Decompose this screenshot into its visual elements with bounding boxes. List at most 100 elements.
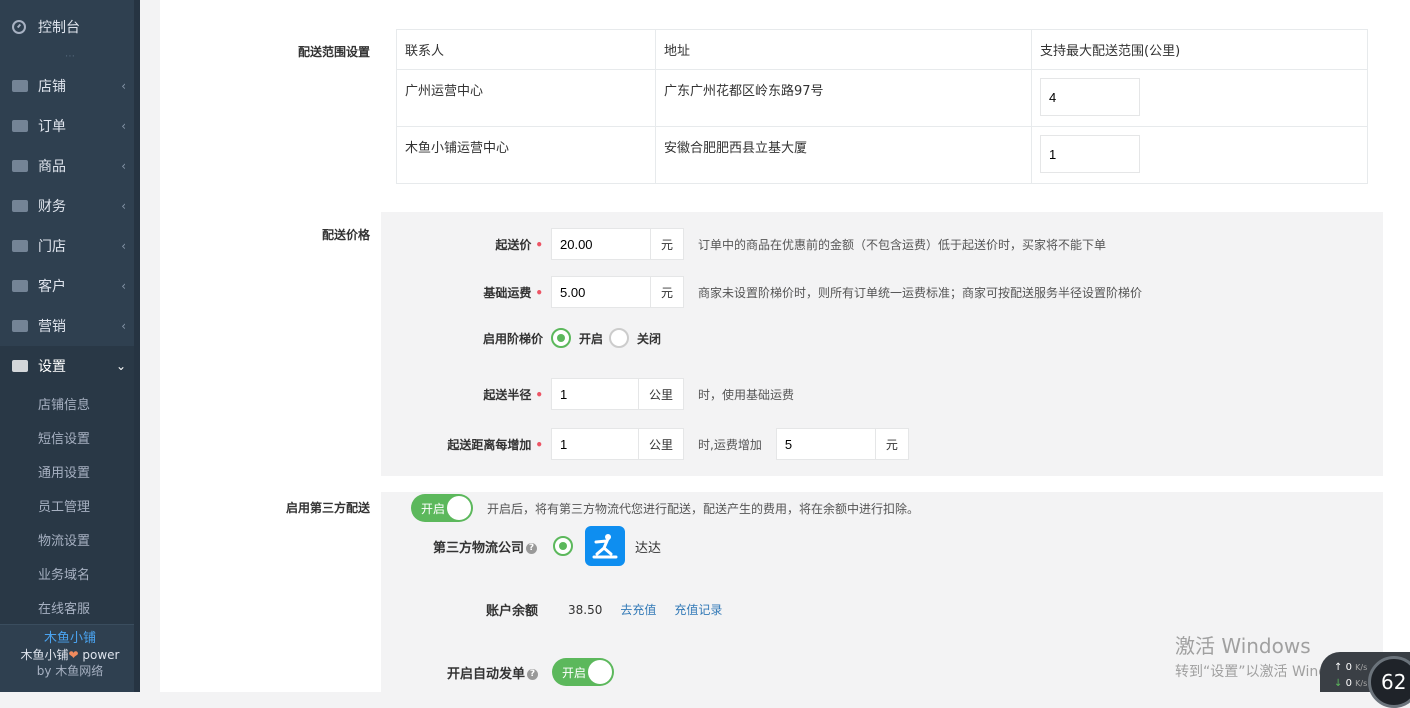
chevron-left-icon: ‹ [121, 239, 126, 253]
sidebar-footer: 木鱼小铺 木鱼小铺❤ power by 木鱼网络 [0, 624, 140, 692]
sidebar-item-5[interactable]: 客户 ‹ [0, 266, 140, 306]
recharge-link[interactable]: 去充值 [620, 601, 656, 618]
hint: 时，使用基础运费 [698, 387, 795, 402]
increase-input[interactable] [551, 428, 639, 460]
recharge-history-link[interactable]: 充值记录 [674, 601, 722, 618]
order-icon [12, 120, 28, 132]
address-cell: 安徽合肥肥西县立基大厦 [655, 126, 1032, 184]
table-row: 木鱼小铺运营中心 安徽合肥肥西县立基大厦 [396, 126, 1368, 184]
submenu-item[interactable]: 店铺信息 [0, 386, 140, 420]
hint: 开启后，将有第三方物流代您进行配送，配送产生的费用，将在余额中进行扣除。 [487, 501, 920, 516]
wrench-icon [12, 360, 28, 372]
field-label: 起送价 • [495, 237, 543, 252]
submenu-item[interactable]: 在线客服 [0, 590, 140, 624]
start-price-input[interactable] [551, 228, 651, 260]
sidebar-item-label: 订单 [38, 119, 66, 135]
down-arrow-icon: ↓ [1334, 678, 1343, 689]
sidebar-item-label: 财务 [38, 199, 66, 215]
chevron-left-icon: ‹ [121, 319, 126, 333]
tier-off-label: 关闭 [637, 331, 662, 346]
table-row: 广州运营中心 广东广州花都区岭东路97号 [396, 69, 1368, 127]
toggle-label: 开启 [421, 501, 446, 516]
contact-cell: 木鱼小铺运营中心 [396, 126, 656, 184]
gift-icon [12, 320, 28, 332]
submenu-item[interactable]: 物流设置 [0, 522, 140, 556]
company-name: 达达 [635, 540, 662, 556]
address-cell: 广东广州花都区岭东路97号 [655, 69, 1032, 127]
increase-fee-input[interactable] [775, 428, 876, 460]
sidebar-item-6[interactable]: 营销 ‹ [0, 306, 140, 346]
base-fee-input[interactable] [551, 276, 651, 308]
store-icon [12, 80, 28, 92]
submenu-item[interactable]: 员工管理 [0, 488, 140, 522]
sidebar-menu: 店铺 ‹ 订单 ‹ 商品 ‹ 财务 ‹ 门店 ‹ 客户 ‹ 营销 ‹ [0, 66, 140, 346]
sidebar-item-3[interactable]: 财务 ‹ [0, 186, 140, 226]
help-icon: ? [527, 668, 539, 680]
third-party-toggle[interactable]: 开启 [411, 494, 473, 522]
company-row: 第三方物流公司? 达达 [433, 526, 661, 566]
unit: 公里 [639, 378, 685, 410]
chevron-left-icon: ‹ [121, 119, 126, 133]
toggle-label: 开启 [562, 665, 587, 680]
tier-on-label: 开启 [579, 331, 604, 346]
price-section: 起送价• 元 订单中的商品在优惠前的金额（不包含运费）低于起送价时，买家将不能下… [381, 212, 1383, 476]
by-line: by 木鱼网络 [36, 664, 104, 678]
users-icon [12, 280, 28, 292]
power-brand: 木鱼小铺 [20, 648, 69, 662]
contact-cell: 广州运营中心 [396, 69, 656, 127]
sidebar-item-label: 商品 [38, 159, 66, 175]
unit: 元 [875, 428, 909, 460]
range-input[interactable] [1040, 135, 1140, 173]
auto-send-toggle[interactable]: 开启 [552, 658, 615, 686]
scale-icon [12, 160, 28, 172]
col-address: 地址 [655, 29, 1032, 70]
help-icon: ? [526, 542, 538, 554]
tier-off-radio[interactable] [609, 328, 630, 348]
field-label: 起送距离每增加 • [447, 437, 543, 452]
company-radio[interactable] [553, 536, 574, 556]
balance-value: 38.50 [568, 602, 603, 617]
settings-submenu: 店铺信息 短信设置 通用设置 员工管理 物流设置 业务域名 在线客服 [0, 386, 140, 624]
sidebar-item-4[interactable]: 门店 ‹ [0, 226, 140, 266]
download-speed: ↓ 0 K/s [1334, 678, 1368, 689]
radius-input[interactable] [551, 378, 639, 410]
company-label: 第三方物流公司? [433, 537, 538, 556]
chevron-left-icon: ‹ [121, 279, 126, 293]
tier-row: 启用阶梯价 开启 关闭 [381, 328, 661, 348]
third-label: 启用第三方配送 [285, 501, 370, 515]
power-line: 木鱼小铺❤ power [0, 647, 140, 663]
brand-name[interactable]: 木鱼小铺 [0, 631, 140, 647]
submenu-item[interactable]: 通用设置 [0, 454, 140, 488]
price-label: 配送价格 [321, 228, 370, 242]
sidebar-item-settings[interactable]: 设置 ⌄ [0, 346, 140, 386]
heart-icon: ❤ [68, 648, 79, 662]
submenu-item[interactable]: 短信设置 [0, 420, 140, 454]
increase-row: 起送距离每增加• 公里 时,运费增加 元 [381, 428, 909, 460]
network-speed-widget[interactable]: ↑ 0 K/s ↓ 0 K/s 62 [1320, 652, 1410, 708]
balance-label: 账户余额 [486, 604, 539, 619]
chevron-left-icon: ‹ [121, 199, 126, 213]
sitemap-icon [12, 240, 28, 252]
range-input[interactable] [1040, 78, 1140, 116]
chevron-left-icon: ‹ [121, 79, 126, 93]
tier-on-radio[interactable] [551, 328, 571, 348]
sidebar-item-label: 客户 [38, 279, 66, 295]
dada-logo [585, 526, 626, 566]
sidebar-item-0[interactable]: 店铺 ‹ [0, 66, 140, 106]
auto-send-row: 开启自动发单? 开启 [447, 658, 615, 686]
field-label: 启用阶梯价 [482, 331, 543, 346]
sidebar-item-dashboard[interactable]: 控制台 [0, 0, 140, 54]
cpu-usage: 62 [1368, 656, 1410, 708]
sidebar-item-label: 控制台 [38, 20, 80, 36]
sidebar-item-1[interactable]: 订单 ‹ [0, 106, 140, 146]
money-icon [12, 200, 28, 212]
col-contact: 联系人 [396, 29, 656, 70]
sidebar-item-label: 营销 [38, 319, 66, 335]
sidebar-item-2[interactable]: 商品 ‹ [0, 146, 140, 186]
sidebar-item-label: 店铺 [38, 79, 66, 95]
start-price-row: 起送价• 元 订单中的商品在优惠前的金额（不包含运费）低于起送价时，买家将不能下… [381, 228, 1106, 260]
submenu-item[interactable]: 业务域名 [0, 556, 140, 590]
field-label: 起送半径 • [483, 387, 543, 402]
sidebar-scrollbar[interactable] [134, 0, 140, 692]
col-range: 支持最大配送范围(公里) [1031, 29, 1368, 70]
